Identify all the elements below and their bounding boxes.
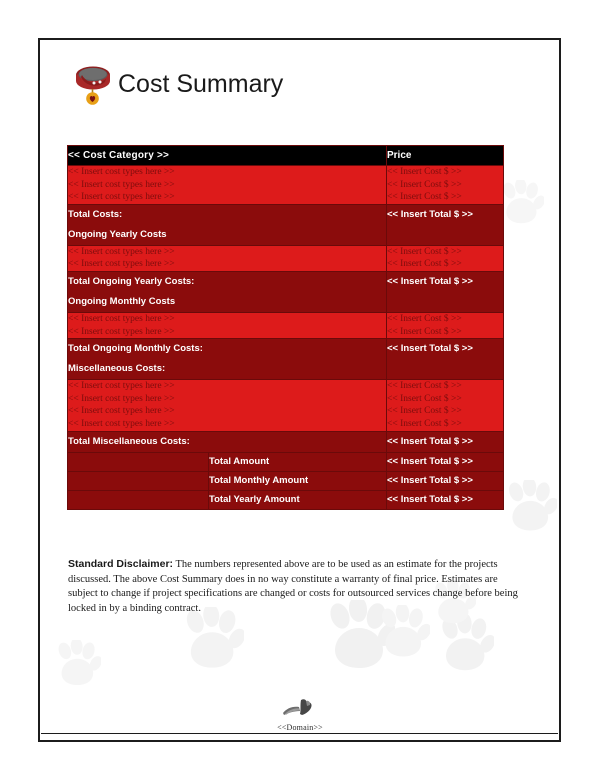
total-price[interactable]: << Insert Total $ >> <box>387 272 503 292</box>
total-prices: << Insert Total $ >> <box>386 338 504 381</box>
summary-price[interactable]: << Insert Total $ >> <box>386 451 504 472</box>
total-label: Ongoing Monthly Costs <box>68 295 176 307</box>
insert-cost-prices: << Insert Cost $ >> << Insert Cost $ >> <box>386 311 504 340</box>
summary-blank-cell <box>67 451 209 472</box>
summary-label: Total Monthly Amount <box>208 470 387 491</box>
insert-cost-price[interactable]: << Insert Cost $ >> <box>387 258 503 271</box>
document-page: Cost Summary << Cost Category >> Price << … <box>0 0 600 776</box>
total-label: Miscellaneous Costs: <box>68 363 166 375</box>
total-label: Total Costs: <box>68 208 123 220</box>
total-label: Total Miscellaneous Costs: <box>68 435 190 447</box>
standard-disclaimer: Standard Disclaimer: The numbers represe… <box>68 557 520 616</box>
insert-cost-price[interactable]: << Insert Cost $ >> <box>387 326 503 339</box>
insert-cost-label[interactable]: << Insert cost types here >> <box>68 393 386 406</box>
disclaimer-lead: Standard Disclaimer: <box>68 558 174 570</box>
dog-collar-heart-tag-icon <box>70 59 116 109</box>
summary-blank-cell <box>67 470 209 491</box>
header-cell-category: << Cost Category >> <box>67 145 387 166</box>
summary-row: Total Yearly Amount << Insert Total $ >> <box>67 489 504 510</box>
total-labels: Total Miscellaneous Costs: <box>67 430 387 453</box>
summary-blank-cell <box>67 489 209 510</box>
insert-cost-price[interactable]: << Insert Cost $ >> <box>387 393 503 406</box>
insert-rows-group: << Insert cost types here >> << Insert co… <box>67 165 504 205</box>
insert-cost-prices: << Insert Cost $ >> << Insert Cost $ >> <box>386 244 504 272</box>
total-labels: Total Costs: Ongoing Yearly Costs <box>67 203 387 246</box>
document-header: Cost Summary <box>70 58 283 110</box>
insert-cost-label[interactable]: << Insert cost types here >> <box>68 191 386 204</box>
insert-cost-label[interactable]: << Insert cost types here >> <box>68 246 386 259</box>
footer-divider <box>41 733 558 734</box>
table-body: << Cost Category >> Price << Insert cost t… <box>67 145 504 510</box>
insert-cost-label[interactable]: << Insert cost types here >> <box>68 313 386 326</box>
insert-cost-price[interactable]: << Insert Cost $ >> <box>387 418 503 431</box>
insert-cost-labels: << Insert cost types here >> << Insert co… <box>67 244 387 272</box>
table-header-row: << Cost Category >> Price <box>67 145 504 166</box>
cost-summary-table: << Cost Category >> Price << Insert cost t… <box>67 145 504 510</box>
total-label: Ongoing Yearly Costs <box>68 228 167 240</box>
insert-cost-price[interactable]: << Insert Cost $ >> <box>387 405 503 418</box>
insert-cost-label[interactable]: << Insert cost types here >> <box>68 405 386 418</box>
total-price <box>387 225 503 245</box>
insert-rows-group: << Insert cost types here >> << Insert co… <box>67 244 504 272</box>
total-prices: << Insert Total $ >> <box>386 430 504 453</box>
summary-price[interactable]: << Insert Total $ >> <box>386 489 504 510</box>
footer-domain-label: <<Domain>> <box>277 723 323 732</box>
insert-cost-price[interactable]: << Insert Cost $ >> <box>387 380 503 393</box>
dog-bone-paw-icon <box>280 697 320 724</box>
insert-rows-group: << Insert cost types here >> << Insert co… <box>67 311 504 340</box>
total-price[interactable]: << Insert Total $ >> <box>387 432 503 452</box>
total-label: Total Ongoing Monthly Costs: <box>68 343 203 355</box>
total-row-group: Total Ongoing Monthly Costs: Miscellaneou… <box>67 338 504 381</box>
insert-cost-label[interactable]: << Insert cost types here >> <box>68 380 386 393</box>
total-row-group: Total Miscellaneous Costs: << Insert Tota… <box>67 430 504 453</box>
summary-price[interactable]: << Insert Total $ >> <box>386 470 504 491</box>
insert-cost-prices: << Insert Cost $ >> << Insert Cost $ >> <<… <box>386 165 504 205</box>
insert-rows-group: << Insert cost types here >> << Insert co… <box>67 379 504 432</box>
total-price[interactable]: << Insert Total $ >> <box>387 205 503 225</box>
insert-cost-label[interactable]: << Insert cost types here >> <box>68 258 386 271</box>
total-labels: Total Ongoing Monthly Costs: Miscellaneou… <box>67 338 387 381</box>
total-price[interactable]: << Insert Total $ >> <box>387 339 503 359</box>
total-labels: Total Ongoing Yearly Costs: Ongoing Month… <box>67 270 387 313</box>
insert-cost-price[interactable]: << Insert Cost $ >> <box>387 246 503 259</box>
insert-cost-label[interactable]: << Insert cost types here >> <box>68 166 386 179</box>
total-price <box>387 292 503 312</box>
footer: <<Domain>> <box>0 697 600 732</box>
insert-cost-label[interactable]: << Insert cost types here >> <box>68 418 386 431</box>
insert-cost-price[interactable]: << Insert Cost $ >> <box>387 166 503 179</box>
page-title: Cost Summary <box>118 69 284 98</box>
summary-label: Total Yearly Amount <box>208 489 387 510</box>
insert-cost-labels: << Insert cost types here >> << Insert co… <box>67 311 387 340</box>
total-prices: << Insert Total $ >> <box>386 203 504 246</box>
total-label: Total Ongoing Yearly Costs: <box>68 275 195 287</box>
summary-label: Total Amount <box>208 451 387 472</box>
insert-cost-label[interactable]: << Insert cost types here >> <box>68 326 386 339</box>
summary-row: Total Monthly Amount << Insert Total $ >> <box>67 470 504 491</box>
insert-cost-label[interactable]: << Insert cost types here >> <box>68 179 386 192</box>
summary-row: Total Amount << Insert Total $ >> <box>67 451 504 472</box>
total-row-group: Total Ongoing Yearly Costs: Ongoing Month… <box>67 270 504 313</box>
total-prices: << Insert Total $ >> <box>386 270 504 313</box>
insert-cost-prices: << Insert Cost $ >> << Insert Cost $ >> <<… <box>386 379 504 432</box>
insert-cost-price[interactable]: << Insert Cost $ >> <box>387 179 503 192</box>
total-price <box>387 359 503 379</box>
total-row-group: Total Costs: Ongoing Yearly Costs << Inser… <box>67 203 504 246</box>
insert-cost-labels: << Insert cost types here >> << Insert co… <box>67 165 387 205</box>
header-cell-price: Price <box>386 145 504 166</box>
insert-cost-price[interactable]: << Insert Cost $ >> <box>387 313 503 326</box>
insert-cost-labels: << Insert cost types here >> << Insert co… <box>67 379 387 432</box>
insert-cost-price[interactable]: << Insert Cost $ >> <box>387 191 503 204</box>
